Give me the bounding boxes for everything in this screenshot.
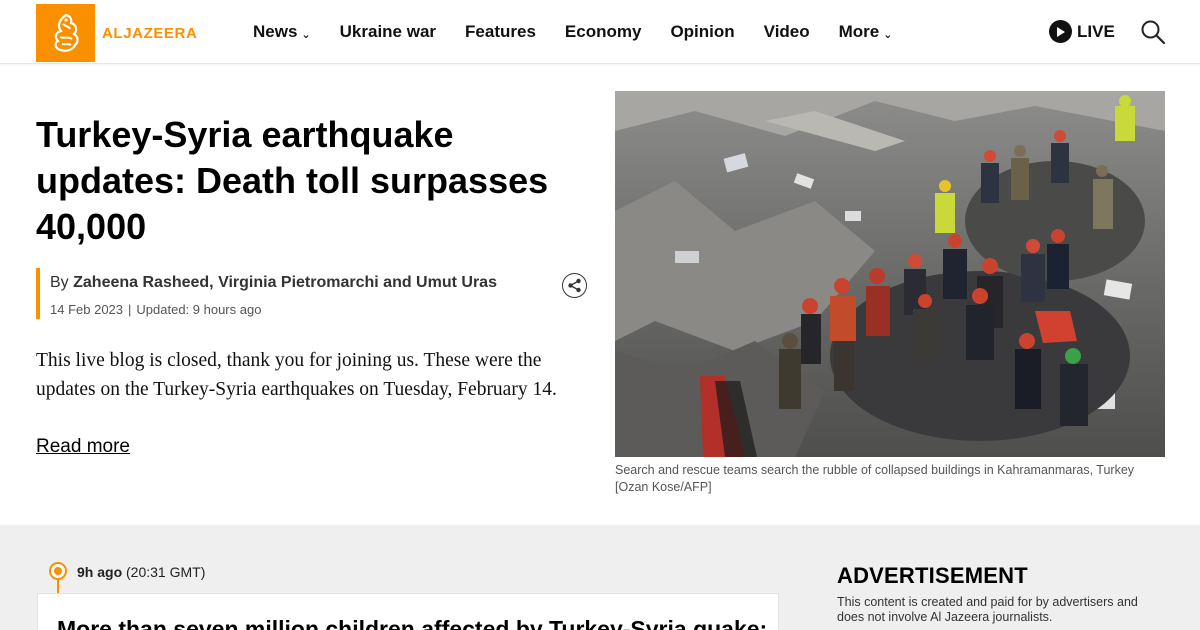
article-dates: 14 Feb 2023 | Updated: 9 hours ago [50,302,556,317]
nav-item-label: Ukraine war [339,22,437,41]
author-line: By Zaheena Rasheed, Virginia Pietromarch… [50,270,556,296]
share-button[interactable] [562,273,587,298]
search-icon[interactable] [1140,19,1166,45]
nav-item-opinion[interactable]: Opinion [670,22,734,42]
aljazeera-logo-icon [36,4,95,62]
article-byline: By Zaheena Rasheed, Virginia Pietromarch… [36,268,556,319]
site-header: ALJAZEERA News ⌄ Ukraine war Features Ec… [0,0,1200,64]
advertisement-heading: ADVERTISEMENT [837,563,1028,588]
nav-item-video[interactable]: Video [764,22,810,42]
post-timestamp: 9h ago (20:31 GMT) [77,564,205,580]
post-relative-time: 9h ago [77,564,123,580]
nav-item-label: Economy [564,22,642,41]
published-date: 14 Feb 2023 [50,302,124,317]
play-icon [1049,20,1072,43]
advertisement-note: This content is created and paid for by … [837,595,1138,624]
nav-item-news[interactable]: News ⌄ [253,22,311,42]
read-more-link[interactable]: Read more [36,436,130,458]
timeline-line [57,580,59,594]
live-post-title[interactable]: More than seven million children affecte… [57,616,767,630]
live-button[interactable]: LIVE [1049,20,1115,43]
main-nav: News ⌄ Ukraine war Features Economy Opin… [253,0,921,64]
author-names[interactable]: Zaheena Rasheed, Virginia Pietromarchi a… [73,274,497,291]
timeline-dot-icon [49,562,67,580]
nav-item-label: Features [465,22,536,41]
date-separator: | [128,302,132,317]
image-caption: Search and rescue teams search the rubbl… [615,463,1135,494]
hero-image [615,91,1165,457]
chevron-down-icon: ⌄ [883,28,893,41]
nav-item-label: Opinion [670,22,735,41]
site-logo[interactable]: ALJAZEERA [36,4,197,62]
nav-item-label: News [253,22,298,41]
nav-item-ukraine-war[interactable]: Ukraine war [340,22,436,42]
by-prefix: By [50,274,69,291]
nav-item-features[interactable]: Features [465,22,536,42]
updated-date: Updated: 9 hours ago [136,302,262,317]
site-name: ALJAZEERA [102,24,198,42]
chevron-down-icon: ⌄ [301,28,311,41]
nav-item-label: More [838,22,880,41]
post-gmt-time: (20:31 GMT) [126,564,206,580]
live-label: LIVE [1077,21,1115,41]
nav-item-label: Video [763,22,810,41]
article-summary: This live blog is closed, thank you for … [36,350,557,400]
article-headline: Turkey-Syria earthquake updates: Death t… [36,114,549,247]
nav-item-more[interactable]: More ⌄ [839,22,893,42]
share-icon [568,278,581,293]
live-post-card: More than seven million children affecte… [37,593,779,630]
nav-item-economy[interactable]: Economy [565,22,642,42]
